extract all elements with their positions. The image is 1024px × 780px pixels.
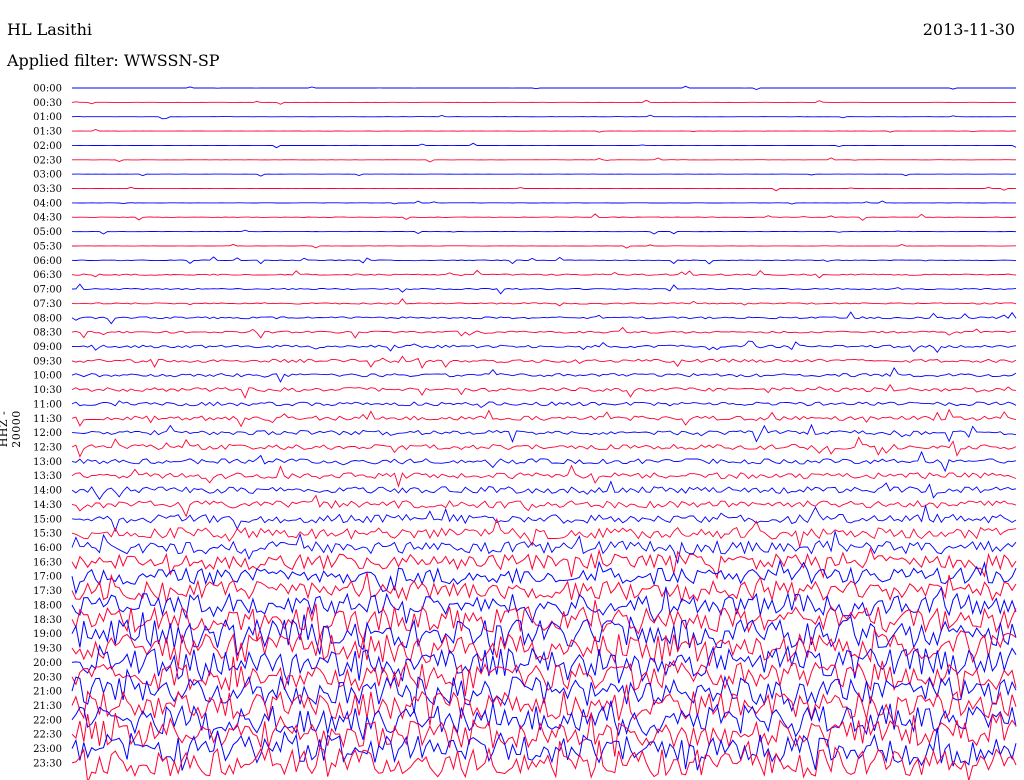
row-tick-label: 01:00: [33, 112, 62, 123]
row-tick-label: 22:30: [33, 730, 62, 741]
trace-line: [72, 157, 1016, 163]
trace-line: [71, 408, 1017, 428]
trace-line: [71, 114, 1016, 120]
trace-line: [71, 517, 1017, 549]
row-tick-label: 00:00: [33, 84, 62, 95]
row-tick-label: 01:30: [33, 127, 62, 138]
trace-line: [71, 586, 1017, 624]
row-tick-label: 19:00: [33, 629, 62, 640]
trace-line: [71, 494, 1017, 518]
trace-line: [71, 400, 1017, 409]
row-tick-label: 06:30: [33, 270, 62, 281]
row-tick-label: 20:30: [33, 672, 62, 683]
row-tick-label: 03:30: [33, 184, 62, 195]
row-tick-label: 20:00: [33, 658, 62, 669]
trace-line: [71, 612, 1017, 657]
trace-line: [71, 311, 1017, 325]
row-tick-label: 22:00: [33, 715, 62, 726]
row-tick-label: 16:30: [33, 557, 62, 568]
row-tick-label: 23:00: [33, 744, 62, 755]
trace-line: [71, 99, 1017, 105]
helicorder-plot: 00:00 00:30 01:00 01:30 02:00 02:30 03:00 03:30…: [33, 84, 1017, 780]
row-tick-label: 13:30: [33, 471, 62, 482]
trace-line: [71, 326, 1017, 339]
trace-line: [71, 186, 1017, 192]
trace-line: [72, 200, 1016, 205]
trace-line: [71, 656, 1017, 699]
row-tick-label: 10:30: [33, 385, 62, 396]
row-tick-label: 14:00: [33, 486, 62, 497]
row-tick-label: 15:00: [33, 514, 62, 525]
row-tick-label: 11:00: [33, 399, 62, 410]
row-tick-label: 07:30: [33, 299, 62, 310]
trace-line: [72, 129, 1016, 133]
row-tick-label: 02:00: [33, 141, 62, 152]
row-tick-label: 06:00: [33, 256, 62, 267]
trace-line: [71, 256, 1017, 265]
row-tick-label: 14:30: [33, 500, 62, 511]
trace-line: [71, 355, 1017, 369]
row-tick-label: 12:00: [33, 428, 62, 439]
row-tick-label: 23:30: [33, 758, 62, 769]
row-tick-label: 05:00: [33, 227, 62, 238]
trace-line: [71, 383, 1017, 399]
row-tick-label: 07:00: [33, 285, 62, 296]
row-tick-label: 17:30: [33, 586, 62, 597]
trace-line: [71, 366, 1017, 383]
trace-line: [71, 464, 1017, 488]
trace-line: [71, 480, 1017, 501]
row-tick-label: 08:30: [33, 328, 62, 339]
trace-line: [71, 340, 1017, 353]
trace-line: [71, 684, 1017, 726]
row-tick-label: 02:30: [33, 155, 62, 166]
row-tick-label: 09:30: [33, 356, 62, 367]
trace-line: [71, 627, 1017, 668]
row-tick-label: 10:00: [33, 371, 62, 382]
trace-line: [71, 213, 1017, 221]
row-tick-label: 08:00: [33, 313, 62, 324]
trace-line: [71, 450, 1017, 473]
row-tick-label: 17:00: [33, 572, 62, 583]
trace-line: [72, 243, 1017, 249]
row-tick-label: 11:30: [33, 414, 62, 425]
trace-line: [71, 572, 1017, 603]
row-tick-label: 13:00: [33, 457, 62, 468]
row-tick-label: 21:30: [33, 701, 62, 712]
row-tick-label: 05:30: [33, 241, 62, 252]
trace-line: [71, 283, 1017, 295]
trace-line: [71, 173, 1017, 177]
trace-line: [71, 423, 1017, 443]
row-tick-label: 15:30: [33, 529, 62, 540]
trace-line: [71, 269, 1017, 279]
row-tick-label: 19:30: [33, 644, 62, 655]
row-tick-label: 18:30: [33, 615, 62, 626]
trace-line: [71, 504, 1017, 533]
trace-line: [71, 229, 1017, 235]
row-tick-label: 04:30: [33, 213, 62, 224]
trace-line: [72, 142, 1017, 149]
row-tick-label: 04:00: [33, 198, 62, 209]
row-tick-label: 00:30: [33, 98, 62, 109]
row-tick-label: 21:00: [33, 687, 62, 698]
row-tick-label: 18:00: [33, 600, 62, 611]
row-tick-label: 09:00: [33, 342, 62, 353]
trace-line: [72, 85, 1016, 90]
row-tick-label: 16:00: [33, 543, 62, 554]
row-tick-label: 12:30: [33, 443, 62, 454]
trace-line: [71, 298, 1017, 307]
trace-line: [71, 436, 1017, 458]
trace-line: [71, 559, 1017, 595]
row-tick-label: 03:00: [33, 170, 62, 181]
